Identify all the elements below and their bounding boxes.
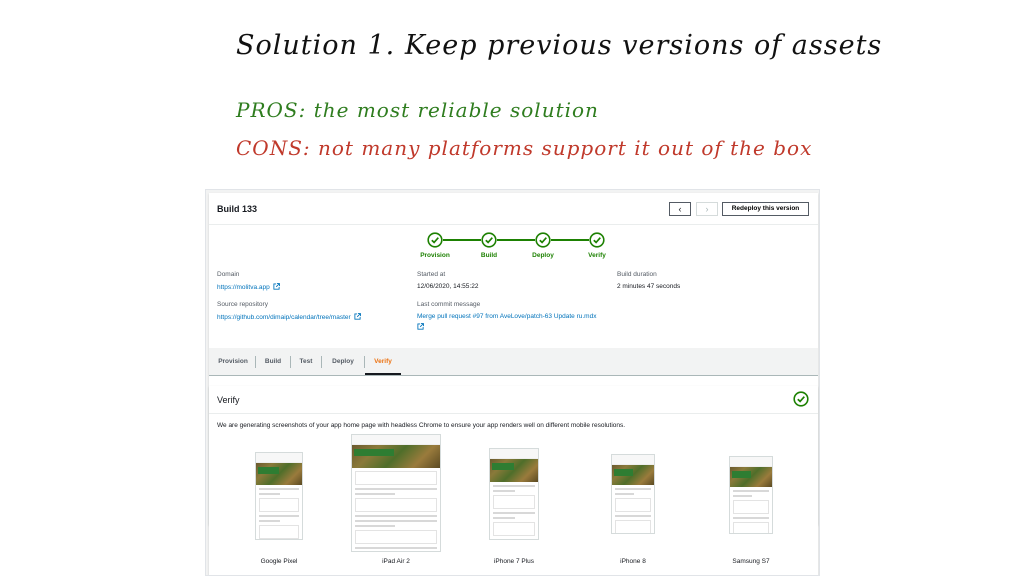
device-label-google-pixel: Google Pixel (260, 558, 298, 565)
step-connector (443, 239, 481, 241)
last-commit-label: Last commit message (417, 301, 481, 308)
slide-title: Solution 1. Keep previous versions of as… (236, 30, 883, 61)
source-repository-link[interactable]: https://github.com/dimaip/calendar/tree/… (217, 313, 361, 321)
domain-label: Domain (217, 271, 240, 278)
build-title: Build 133 (217, 204, 258, 214)
device-screenshot-ipad-air-2[interactable] (351, 434, 441, 552)
check-circle-icon (427, 232, 443, 248)
tab-provision[interactable]: Provision (211, 348, 255, 375)
device-label-iphone-8: iPhone 8 (620, 558, 646, 565)
external-link-icon (273, 283, 280, 290)
source-repository-link-text: https://github.com/dimaip/calendar/tree/… (217, 314, 351, 321)
source-repository-label: Source repository (217, 301, 268, 308)
device-screenshot-google-pixel[interactable] (255, 452, 303, 540)
domain-link[interactable]: https://molitva.app (217, 283, 280, 291)
next-build-button[interactable]: › (696, 202, 718, 216)
external-link-icon (354, 313, 361, 320)
check-circle-icon (481, 232, 497, 248)
step-label-provision: Provision (420, 252, 450, 259)
tab-build[interactable]: Build (256, 348, 290, 375)
check-circle-icon (793, 391, 809, 407)
cons-text: CONS: not many platforms support it out … (236, 136, 813, 160)
device-label-ipad-air-2: iPad Air 2 (382, 558, 410, 565)
build-header: Build 133 ‹ › Redeploy this version (209, 193, 818, 225)
step-connector (497, 239, 535, 241)
tab-verify[interactable]: Verify (365, 348, 401, 375)
external-link-icon[interactable] (417, 323, 424, 330)
device-label-iphone-7-plus: iPhone 7 Plus (493, 558, 535, 565)
check-circle-icon (535, 232, 551, 248)
build-duration-label: Build duration (617, 271, 657, 278)
step-label-verify: Verify (588, 252, 606, 259)
check-circle-icon (589, 232, 605, 248)
tab-test[interactable]: Test (291, 348, 321, 375)
build-duration-value: 2 minutes 47 seconds (617, 283, 681, 290)
started-at-label: Started at (417, 271, 446, 278)
step-label-build: Build (480, 252, 498, 259)
verify-title: Verify (217, 395, 240, 405)
previous-build-button[interactable]: ‹ (669, 202, 691, 216)
divider (209, 413, 818, 414)
pros-text: PROS: the most reliable solution (236, 98, 599, 122)
verify-panel: Verify We are generating screenshots of … (209, 386, 818, 575)
device-screenshot-iphone-7-plus[interactable] (489, 448, 539, 540)
amplify-console-screenshot: Build 133 ‹ › Redeploy this version Prov… (205, 189, 820, 576)
redeploy-button[interactable]: Redeploy this version (722, 202, 809, 216)
last-commit-link[interactable]: Merge pull request #97 from AveLove/patc… (417, 313, 596, 320)
started-at-value: 12/06/2020, 14:55:22 (417, 283, 479, 290)
device-screenshot-iphone-8[interactable] (611, 454, 655, 534)
verify-description: We are generating screenshots of your ap… (217, 422, 626, 429)
tab-deploy[interactable]: Deploy (322, 348, 364, 375)
domain-link-text: https://molitva.app (217, 284, 270, 291)
device-label-samsung-s7: Samsung S7 (732, 558, 770, 565)
step-connector (551, 239, 589, 241)
step-label-deploy: Deploy (532, 252, 554, 259)
device-screenshot-samsung-s7[interactable] (729, 456, 773, 534)
tab-strip: Provision Build Test Deploy Verify (209, 348, 818, 376)
